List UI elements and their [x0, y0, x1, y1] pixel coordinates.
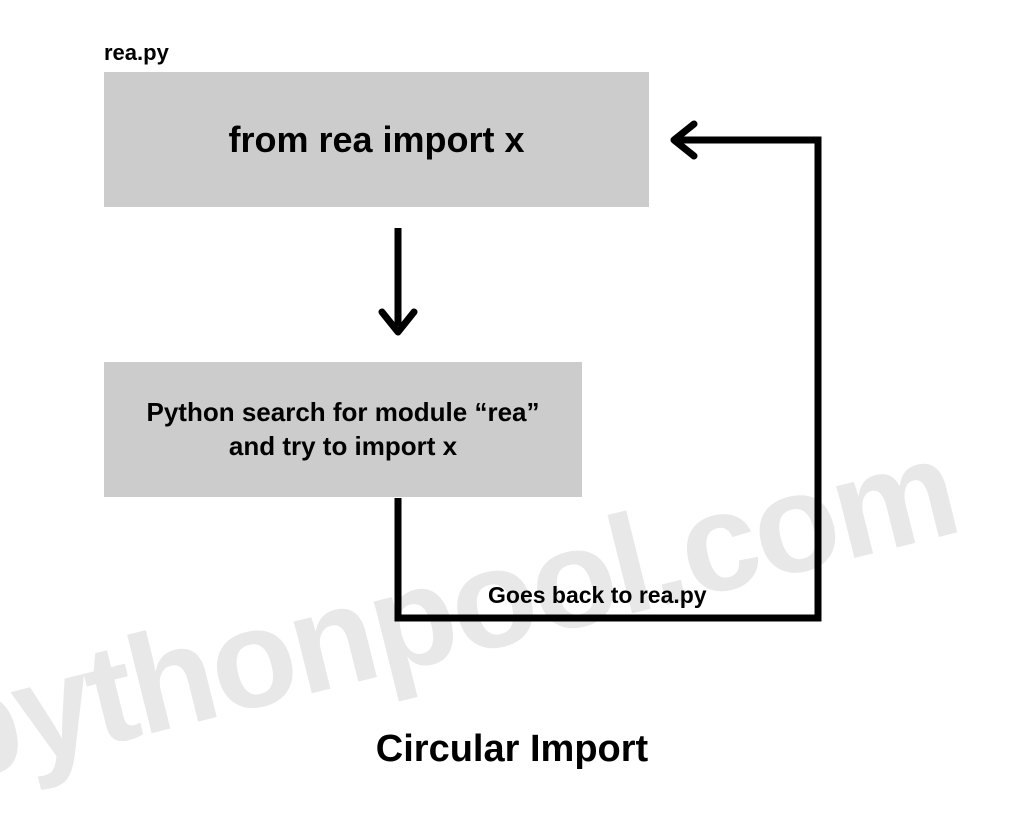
- circular-import-diagram: rea.py from rea import x Python search f…: [0, 0, 1024, 824]
- diagram-title: Circular Import: [0, 728, 1024, 771]
- file-label: rea.py: [104, 40, 169, 66]
- loop-label: Goes back to rea.py: [488, 582, 707, 609]
- loop-arrow-icon: [378, 120, 838, 640]
